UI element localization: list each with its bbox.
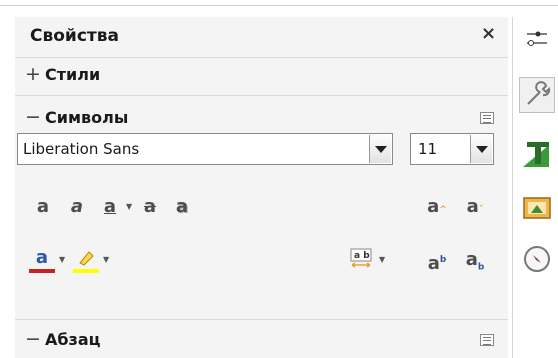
properties-panel: Свойства × + Стили − Символы Liberation … [15,17,508,358]
navigator-icon[interactable] [519,241,555,277]
superscript-icon[interactable]: ab [423,247,451,274]
section-symbols-label: Символы [45,108,129,127]
properties-icon[interactable] [519,77,555,113]
subscript-icon[interactable]: ab [461,247,489,273]
character-spacing-dropdown-icon[interactable]: ▼ [379,247,385,273]
chevron-down-icon [375,146,387,153]
svg-text:a b: a b [354,251,370,261]
shadow-icon[interactable]: a [169,194,195,220]
section-paragraph-label: Абзац [45,330,101,349]
highlight-dropdown-icon[interactable]: ▼ [103,247,109,273]
more-options-icon[interactable] [480,334,494,346]
close-icon[interactable]: × [481,23,496,44]
gallery-icon[interactable] [519,189,555,225]
sidebar-settings-icon[interactable] [519,21,555,57]
sidebar-deck [512,17,558,358]
font-name-value: Liberation Sans [23,140,140,158]
chevron-down-icon [476,146,488,153]
character-spacing-icon[interactable]: a b [347,247,375,273]
section-styles-header[interactable]: + Стили [15,58,508,94]
divider [15,95,508,96]
collapse-icon: − [25,106,41,128]
section-symbols-header[interactable]: − Символы [15,101,508,137]
font-size-combobox[interactable]: 11 [410,133,494,165]
font-size-dropdown-button[interactable] [470,135,492,163]
italic-icon[interactable]: a [63,194,91,220]
collapse-icon: − [25,328,41,350]
section-styles-label: Стили [45,65,101,84]
more-options-icon[interactable] [480,112,494,124]
styles-icon[interactable] [519,137,555,173]
bold-icon[interactable]: a [29,194,57,220]
font-color-dropdown-icon[interactable]: ▼ [59,247,65,273]
expand-icon: + [25,63,41,85]
section-paragraph-header[interactable]: − Абзац [15,323,508,358]
strikethrough-icon[interactable]: a [137,194,163,220]
grow-font-icon[interactable]: a^ [423,194,451,220]
window-top-edge [0,0,558,6]
panel-title-bar: Свойства × [15,17,508,57]
underline-icon[interactable]: a [97,194,123,220]
panel-title: Свойства [30,26,119,46]
shrink-font-icon[interactable]: aˇ [461,194,489,220]
highlight-color-icon[interactable] [73,247,99,273]
divider [15,319,508,320]
font-color-icon[interactable]: a [29,247,55,273]
underline-dropdown-icon[interactable]: ▼ [126,194,132,220]
font-name-combobox[interactable]: Liberation Sans [17,133,393,165]
font-size-value: 11 [418,140,438,158]
font-name-dropdown-button[interactable] [369,135,391,163]
